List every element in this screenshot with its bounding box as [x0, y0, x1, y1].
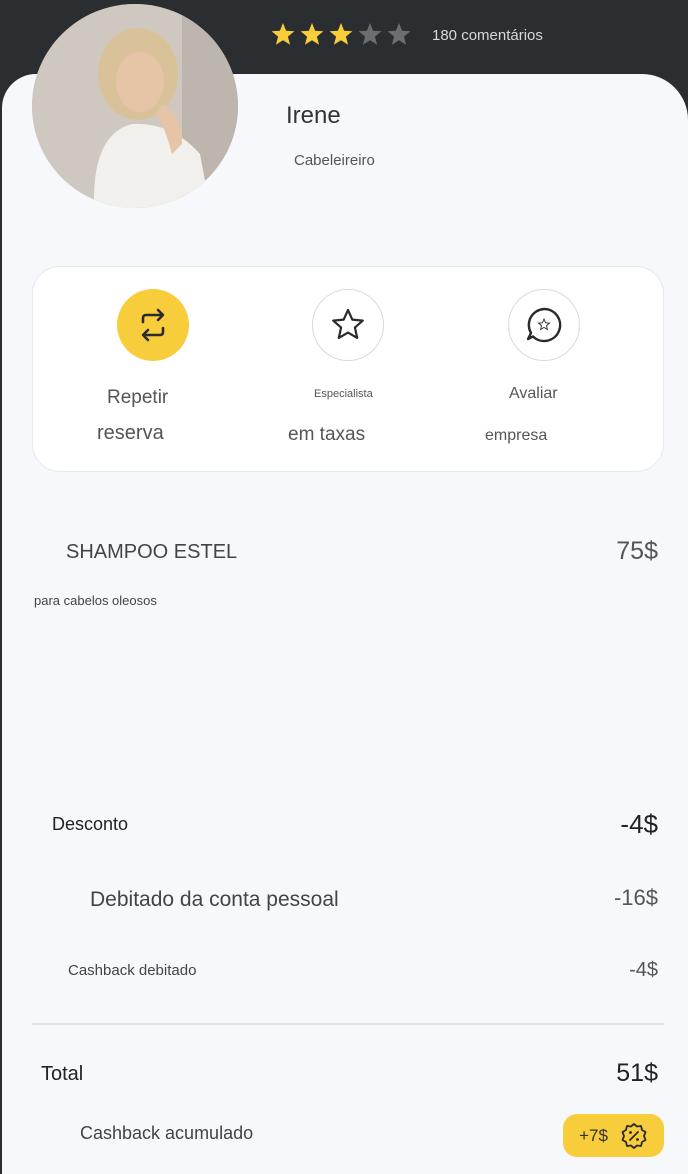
personal-account-label: Debitado da conta pessoal — [90, 888, 339, 911]
personal-account-value: -16$ — [613, 885, 658, 910]
review-company-button[interactable] — [508, 289, 580, 361]
star-empty-icon — [387, 23, 411, 45]
content-sheet — [2, 74, 688, 1174]
specialist-name: Irene — [286, 102, 341, 129]
specialist-label-1: Especialista — [314, 388, 373, 400]
total-value: 51$ — [616, 1059, 658, 1087]
avatar — [32, 4, 238, 208]
star-filled-icon — [329, 23, 353, 45]
repeat-booking-label-1: Repetir — [107, 387, 169, 408]
cashback-accrued-label: Cashback acumulado — [80, 1123, 254, 1143]
product-name: SHAMPOO ESTEL — [66, 541, 238, 563]
cashback-debited-value: -4$ — [629, 959, 658, 981]
cashback-accrued-badge[interactable]: +7$ — [563, 1114, 664, 1157]
star-filled-icon — [300, 23, 324, 45]
repeat-icon — [141, 308, 165, 342]
product-price: 75$ — [616, 537, 658, 565]
review-company-label-2: empresa — [485, 427, 548, 444]
discount-badge-icon — [621, 1122, 647, 1149]
divider — [32, 1023, 664, 1025]
rating: 180 comentários — [270, 22, 543, 48]
star-empty-icon — [358, 23, 382, 45]
total-label: Total — [41, 1063, 84, 1085]
rating-stars — [271, 23, 411, 45]
cashback-debited-label: Cashback debitado — [68, 962, 197, 979]
review-company-label-1: Avaliar — [509, 385, 558, 402]
discount-label: Desconto — [52, 814, 129, 834]
review-chat-icon — [526, 307, 562, 343]
repeat-booking-button[interactable] — [117, 289, 189, 361]
repeat-booking-label-2: reserva — [97, 422, 164, 444]
star-icon — [332, 308, 364, 339]
specialist-profession: Cabeleireiro — [294, 152, 375, 169]
specialist-button[interactable] — [312, 289, 384, 361]
discount-value: -4$ — [620, 809, 658, 839]
cashback-accrued-value: +7$ — [579, 1125, 608, 1145]
reviews-count[interactable]: 180 comentários — [432, 27, 543, 44]
specialist-label-2: em taxas — [288, 424, 366, 445]
product-description: para cabelos oleosos — [34, 593, 157, 608]
actions-card: Repetir reserva Especialista em taxas Av… — [32, 266, 664, 472]
star-filled-icon — [271, 23, 295, 45]
